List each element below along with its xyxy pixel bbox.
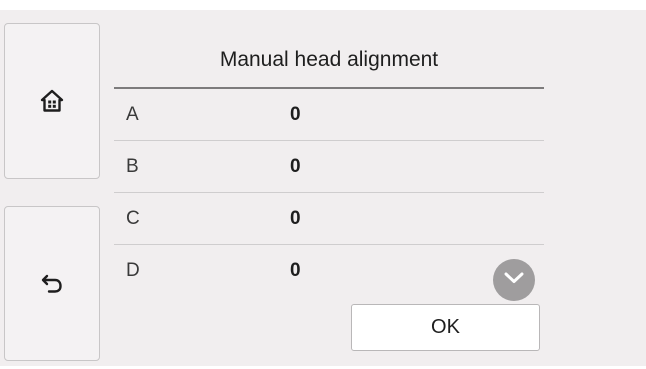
back-arrow-icon bbox=[40, 274, 64, 294]
scroll-down-button[interactable] bbox=[493, 259, 535, 301]
list-item-a[interactable]: A 0 bbox=[114, 89, 544, 141]
row-value: 0 bbox=[290, 156, 301, 177]
list-item-d[interactable]: D 0 bbox=[114, 245, 544, 297]
row-label: D bbox=[126, 260, 140, 281]
row-label: C bbox=[126, 208, 140, 229]
ok-button[interactable]: OK bbox=[351, 304, 540, 351]
row-value: 0 bbox=[290, 104, 301, 125]
back-button[interactable] bbox=[4, 206, 100, 361]
screen-title: Manual head alignment bbox=[219, 48, 439, 71]
home-icon bbox=[40, 89, 64, 113]
row-value: 0 bbox=[290, 260, 301, 281]
row-label: A bbox=[126, 104, 139, 125]
row-value: 0 bbox=[290, 208, 301, 229]
printer-screen: Manual head alignment A 0 B 0 C 0 D 0 OK bbox=[0, 10, 646, 366]
home-button[interactable] bbox=[4, 23, 100, 179]
list-item-c[interactable]: C 0 bbox=[114, 193, 544, 245]
list-item-b[interactable]: B 0 bbox=[114, 141, 544, 193]
chevron-down-icon bbox=[503, 271, 525, 290]
row-label: B bbox=[126, 156, 139, 177]
